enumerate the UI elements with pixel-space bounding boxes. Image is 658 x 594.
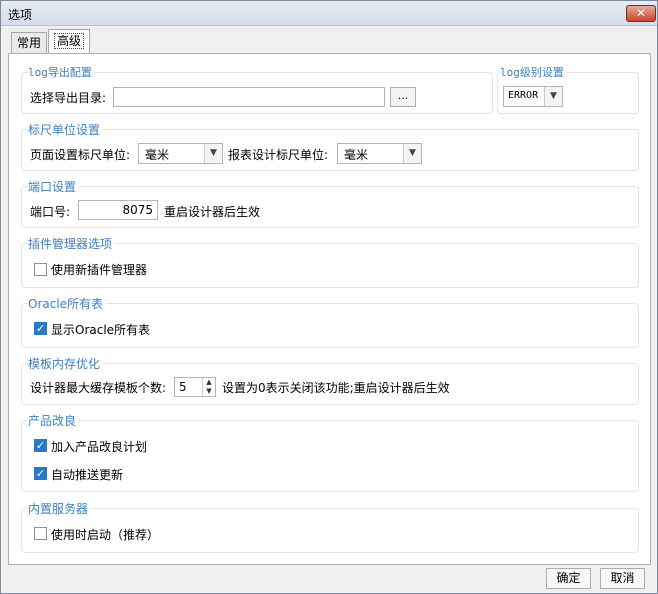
cache-count-stepper[interactable]: 5 ▲ ▼ [174, 377, 216, 397]
port-note: 重启设计器后生效 [164, 205, 261, 219]
spin-down-icon[interactable]: ▼ [202, 387, 215, 396]
memory-title: 模板内存优化 [28, 355, 104, 372]
improve-plan-checkbox[interactable]: ✓ [34, 439, 47, 452]
title-bar: 选项 ✕ [1, 1, 657, 26]
oracle-title: Oracle所有表 [28, 295, 107, 312]
plugin-option-label: 使用新插件管理器 [51, 263, 148, 277]
port-label: 端口号: [30, 205, 71, 219]
improve-title: 产品改良 [28, 412, 80, 429]
port-title: 端口设置 [28, 178, 80, 195]
export-dir-input[interactable] [113, 87, 385, 107]
server-option-label: 使用时启动（推荐） [51, 528, 160, 542]
browse-button[interactable]: ... [390, 87, 416, 107]
options-dialog: 选项 ✕ 常用 高级 log导出配置 选择导出目录: ... log级别设置 E… [0, 0, 658, 594]
tab-common-label: 常用 [16, 36, 41, 50]
spin-up-icon[interactable]: ▲ [202, 378, 215, 387]
server-title: 内置服务器 [28, 500, 92, 517]
server-checkbox[interactable] [34, 527, 47, 540]
log-level-select[interactable]: ERROR ▼ [503, 86, 563, 107]
improve-plan-label: 加入产品改良计划 [51, 440, 148, 454]
memory-note: 设置为0表示关闭该功能;重启设计器后生效 [222, 381, 450, 395]
page-ruler-label: 页面设置标尺单位: [30, 148, 131, 162]
page-ruler-select[interactable]: 毫米 ▼ [138, 143, 223, 164]
tab-advanced-label: 高级 [53, 33, 84, 49]
auto-update-checkbox[interactable]: ✓ [34, 467, 47, 480]
ok-button[interactable]: 确定 [546, 568, 591, 589]
log-level-value: ERROR [508, 90, 539, 101]
tab-advanced[interactable]: 高级 [48, 29, 90, 54]
port-input[interactable]: 8075 [78, 200, 158, 220]
cache-count-value: 5 [179, 380, 187, 394]
check-icon: ✓ [35, 467, 46, 480]
export-dir-label: 选择导出目录: [30, 91, 107, 105]
close-icon: ✕ [635, 6, 647, 20]
report-ruler-label: 报表设计标尺单位: [228, 148, 329, 162]
chevron-down-icon: ▼ [544, 87, 562, 106]
plugin-checkbox[interactable] [34, 263, 47, 276]
log-export-title: log导出配置 [28, 64, 95, 80]
close-button[interactable]: ✕ [626, 5, 656, 22]
chevron-down-icon: ▼ [204, 144, 222, 163]
log-level-title: log级别设置 [500, 64, 567, 80]
ruler-title: 标尺单位设置 [28, 121, 104, 138]
tab-common[interactable]: 常用 [11, 32, 47, 54]
page-ruler-value: 毫米 [145, 148, 170, 162]
chevron-down-icon: ▼ [403, 144, 421, 163]
report-ruler-value: 毫米 [344, 148, 369, 162]
window-title: 选项 [8, 8, 33, 22]
report-ruler-select[interactable]: 毫米 ▼ [337, 143, 422, 164]
oracle-checkbox[interactable]: ✓ [34, 322, 47, 335]
oracle-option-label: 显示Oracle所有表 [51, 323, 151, 337]
advanced-panel: log导出配置 选择导出目录: ... log级别设置 ERROR ▼ 标尺单位… [8, 53, 651, 565]
memory-label: 设计器最大缓存模板个数: [30, 381, 167, 395]
plugin-title: 插件管理器选项 [28, 235, 116, 252]
check-icon: ✓ [35, 439, 46, 452]
auto-update-label: 自动推送更新 [51, 468, 124, 482]
cancel-button[interactable]: 取消 [600, 568, 645, 589]
check-icon: ✓ [35, 322, 46, 335]
